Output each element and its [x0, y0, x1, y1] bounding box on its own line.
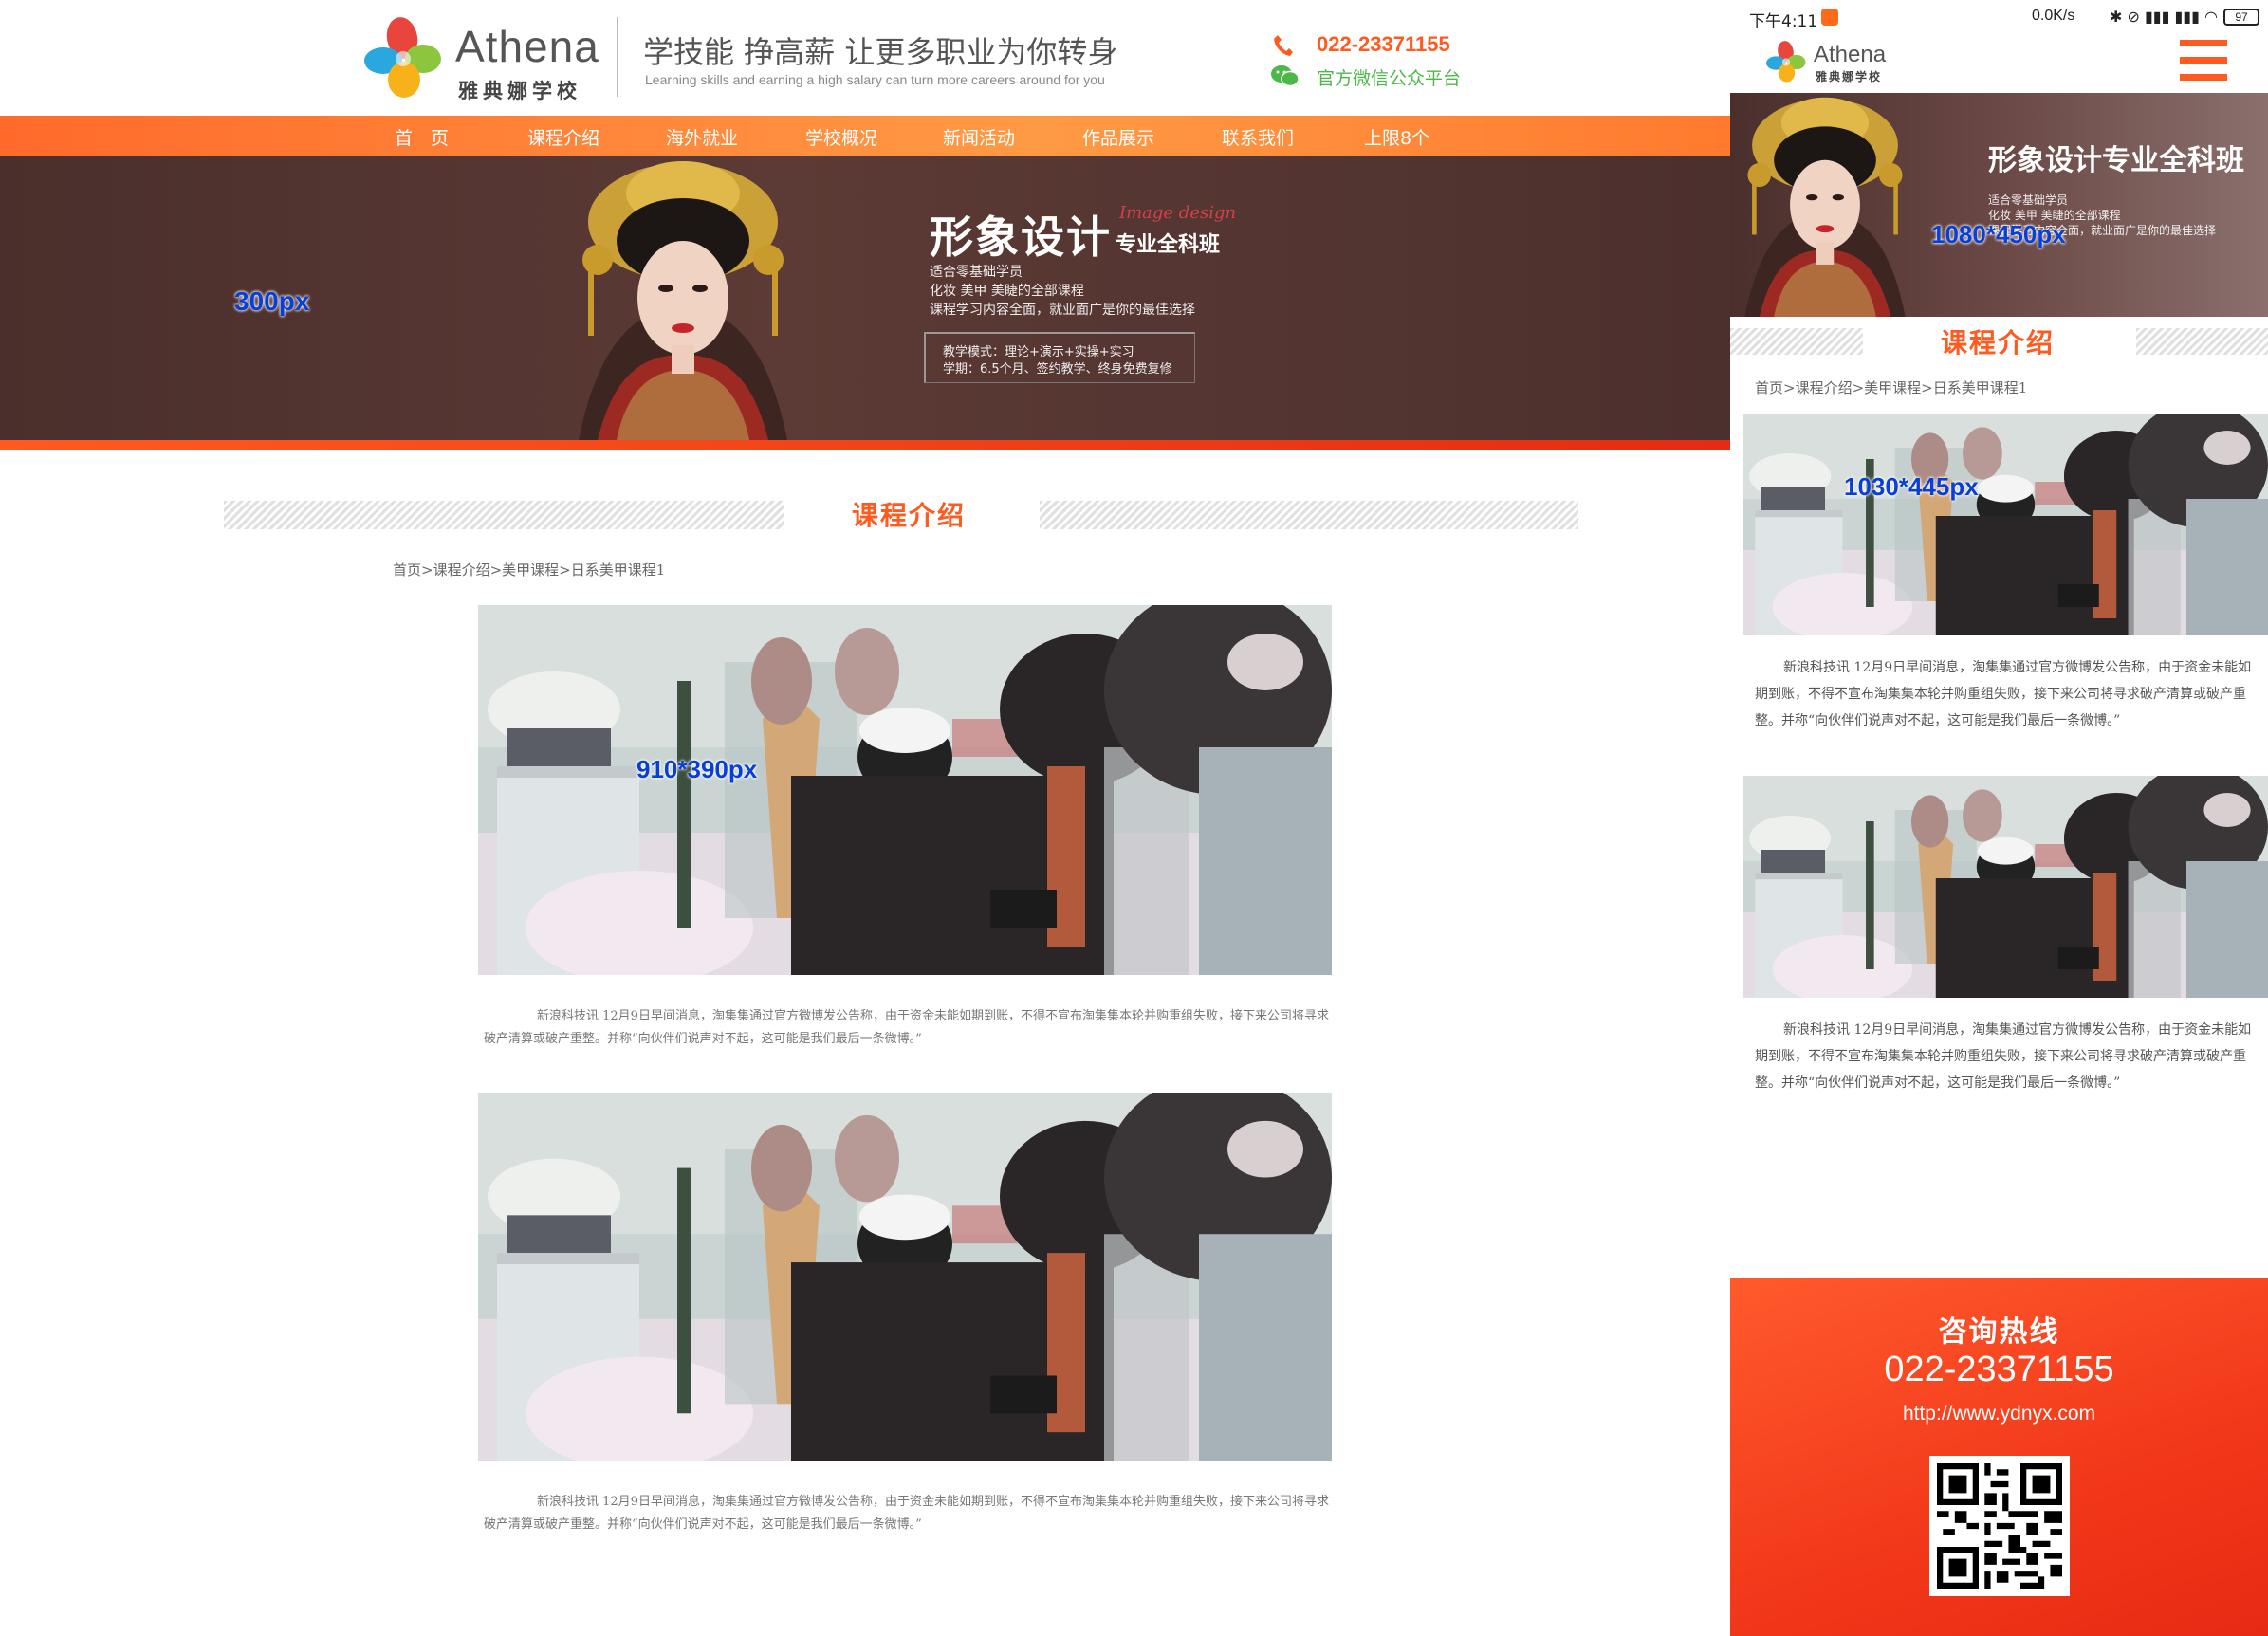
banner-box-line: 教学模式：理论+演示+实操+实习 [943, 345, 1134, 359]
header-phone[interactable]: 022-23371155 [1317, 32, 1450, 57]
course-photo [478, 1093, 1332, 1461]
banner-line: 适合零基础学员 [1988, 193, 2069, 207]
banner-box-line: 学期：6.5个月、签约教学、终身免费复修 [943, 362, 1172, 377]
qr-code-icon [1937, 1463, 2062, 1589]
makeup-brushes-image [478, 605, 1332, 975]
nav-item-school[interactable]: 学校概况 [805, 124, 877, 150]
course-photo [1743, 414, 2268, 635]
banner-bottom-strip [0, 440, 1730, 450]
logo-mark-icon [360, 15, 446, 101]
mobile-page: 下午4:11 0.0K/s ✱ ⊘ ▮▮▮ ▮▮▮ ◠ 97 Athena 雅典… [1730, 0, 2268, 1636]
logo-brand-en: Athena [455, 22, 599, 71]
menu-icon[interactable] [2180, 40, 2227, 82]
status-bar: 下午4:11 0.0K/s ✱ ⊘ ▮▮▮ ▮▮▮ ◠ 97 [1730, 0, 2268, 36]
course-photo [1743, 776, 2268, 998]
makeup-brushes-image [1743, 776, 2268, 998]
section-title: 课程介绍 [852, 500, 967, 531]
desktop-header: Athena 雅典娜学校 学技能 挣高薪 让更多职业为你转身 Learning … [0, 0, 1730, 116]
slogan-en: Learning skills and earning a high salar… [645, 72, 1105, 87]
nav-item-contact[interactable]: 联系我们 [1222, 124, 1294, 150]
nav-item-courses[interactable]: 课程介绍 [527, 124, 599, 150]
banner-script: Image design [1119, 203, 1237, 223]
logo-mark-icon [1764, 40, 1808, 83]
mobile-header: Athena 雅典娜学校 [1730, 36, 2268, 93]
banner-model-image [1730, 93, 1920, 317]
course-paragraph: 新浪科技讯 12月9日早间消息，淘集集通过官方微博发公告称，由于资金未能如期到账… [1755, 660, 2252, 728]
wechat-link[interactable]: 官方微信公众平台 [1317, 64, 1461, 90]
makeup-brushes-image [1743, 414, 2268, 635]
status-speed: 0.0K/s [2032, 8, 2075, 24]
contact-footer: 咨询热线 022-23371155 http://www.ydnyx.com [1730, 1278, 2268, 1636]
section-hatch-right [1040, 501, 1578, 529]
banner-title: 形象设计 [930, 211, 1112, 263]
logo-brand-en: Athena [1814, 42, 1887, 67]
nav-item-overseas[interactable]: 海外就业 [666, 124, 738, 150]
banner-subtitle: 专业全科班 [1116, 233, 1221, 257]
breadcrumb[interactable]: 首页>课程介绍>美甲课程>日系美甲课程1 [393, 560, 665, 579]
nav-item-home[interactable]: 首 页 [395, 124, 449, 150]
banner-line: 适合零基础学员 [930, 265, 1023, 280]
wechat-icon [1271, 65, 1300, 87]
hero-banner[interactable]: 形象设计专业全科班 适合零基础学员 化妆 美甲 美睫的全部课程 课程学习内容全面… [1730, 93, 2268, 317]
notification-icon [1821, 9, 1838, 26]
header-divider [617, 17, 618, 97]
battery-icon: 97 [2223, 9, 2259, 26]
size-annotation: 1030*445px [1844, 472, 1979, 501]
desktop-page: Athena 雅典娜学校 学技能 挣高薪 让更多职业为你转身 Learning … [0, 0, 1730, 1636]
banner-line: 化妆 美甲 美睫的全部课程 [930, 284, 1084, 299]
status-icons: ✱ ⊘ ▮▮▮ ▮▮▮ ◠ [2110, 8, 2218, 26]
size-annotation: 910*390px [636, 755, 758, 783]
status-time: 下午4:11 [1749, 12, 1818, 31]
banner-line: 课程学习内容全面，就业面广是你的最佳选择 [930, 303, 1195, 318]
course-photo [478, 605, 1332, 975]
slogan: 学技能 挣高薪 让更多职业为你转身 [643, 34, 1118, 70]
makeup-brushes-image [478, 1093, 1332, 1461]
course-paragraph: 新浪科技讯 12月9日早间消息，淘集集通过官方微博发公告称，由于资金未能如期到账… [484, 1495, 1329, 1532]
logo[interactable]: Athena 雅典娜学校 [360, 15, 599, 102]
section-hatch-left [224, 501, 784, 529]
footer-phone[interactable]: 022-23371155 [1730, 1350, 2268, 1390]
banner-model-image [560, 156, 806, 440]
size-annotation: 300px [234, 286, 310, 316]
nav-item-limit[interactable]: 上限8个 [1364, 124, 1429, 150]
main-nav: 首 页 课程介绍 海外就业 学校概况 新闻活动 作品展示 联系我们 上限8个 [0, 116, 1730, 156]
size-annotation: 1080*450px [1931, 220, 2066, 248]
nav-item-works[interactable]: 作品展示 [1082, 124, 1154, 150]
footer-url[interactable]: http://www.ydnyx.com [1730, 1403, 2268, 1425]
course-paragraph: 新浪科技讯 12月9日早间消息，淘集集通过官方微博发公告称，由于资金未能如期到账… [1755, 1022, 2252, 1091]
banner-title: 形象设计专业全科班 [1988, 144, 2244, 177]
breadcrumb[interactable]: 首页>课程介绍>美甲课程>日系美甲课程1 [1755, 377, 2027, 397]
phone-icon [1274, 35, 1293, 56]
logo-brand-cn: 雅典娜学校 [458, 80, 581, 102]
section-title: 课程介绍 [1941, 327, 2056, 358]
qr-code [1929, 1456, 2070, 1596]
section-hatch-left [1730, 328, 1863, 355]
course-paragraph: 新浪科技讯 12月9日早间消息，淘集集通过官方微博发公告称，由于资金未能如期到账… [484, 1009, 1329, 1046]
footer-title: 咨询热线 [1938, 1315, 2060, 1349]
nav-item-news[interactable]: 新闻活动 [943, 124, 1015, 150]
logo-brand-cn: 雅典娜学校 [1816, 70, 1883, 83]
section-hatch-right [2136, 328, 2268, 355]
